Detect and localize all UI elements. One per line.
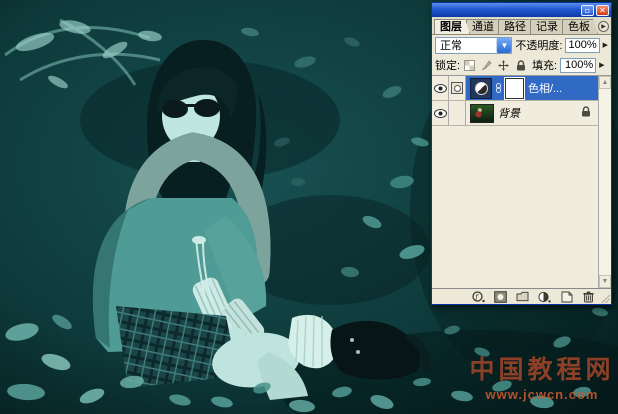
layer-mask-thumbnail[interactable] [505, 77, 524, 99]
new-layer-button[interactable] [560, 291, 573, 303]
scroll-up-button[interactable]: ▲ [599, 76, 611, 89]
layer-name[interactable]: 背景 [498, 105, 520, 121]
close-button[interactable]: ✕ [596, 4, 609, 16]
blend-opacity-row: 正常 ▼ 不透明度: 100% ▶ [432, 35, 611, 55]
palette-tabstrip: 图层 通道 路径 记录 色板 ▶ [432, 17, 611, 35]
tab-layers[interactable]: 图层 [434, 19, 470, 34]
lock-all-padlock-icon[interactable] [514, 59, 527, 72]
eye-icon [433, 108, 447, 118]
blend-mode-value: 正常 [440, 40, 462, 52]
fill-slider-arrow-icon[interactable]: ▶ [599, 61, 604, 69]
folder-icon [516, 291, 529, 302]
tab-channels[interactable]: 通道 [466, 19, 502, 34]
layers-list: 色相/... 背景 ▲ ▼ [432, 75, 611, 288]
mask-link-icon[interactable] [496, 83, 501, 93]
adjustment-half-circle-icon [538, 291, 551, 303]
opacity-input[interactable]: 100% [565, 37, 600, 53]
add-mask-icon [494, 290, 507, 303]
palette-titlebar[interactable]: ▫ ✕ [432, 3, 611, 17]
layers-palette: ▫ ✕ 图层 通道 路径 记录 色板 ▶ 正常 ▼ 不透明度: 100% ▶ 锁… [431, 2, 612, 305]
layer-row-adjustment[interactable]: 色相/... [432, 76, 598, 101]
mask-mode-indicator [449, 101, 466, 125]
lock-label: 锁定: [435, 60, 461, 72]
layer-row-background[interactable]: 背景 [432, 101, 598, 126]
layer-style-fx-icon: f [472, 290, 485, 302]
add-layer-mask-button[interactable] [494, 290, 507, 303]
lock-position-move-icon[interactable] [497, 59, 510, 72]
layer-style-button[interactable]: f [472, 290, 485, 303]
palette-bottombar: f [432, 288, 611, 304]
lock-icons [463, 59, 527, 72]
fill-label: 填充: [532, 60, 558, 72]
new-adjustment-layer-button[interactable] [538, 291, 551, 303]
blend-mode-select[interactable]: 正常 ▼ [435, 36, 513, 54]
mask-indicator-icon [451, 82, 463, 94]
new-group-button[interactable] [516, 291, 529, 303]
mask-mode-indicator [449, 76, 466, 100]
lock-pixels-brush-icon[interactable] [480, 59, 493, 72]
opacity-label: 不透明度: [515, 40, 563, 52]
palette-menu-button[interactable]: ▶ [598, 21, 609, 32]
hue-saturation-icon [474, 81, 488, 95]
lock-fill-row: 锁定: 填充: 100% ▶ [432, 55, 611, 75]
minimize-button[interactable]: ▫ [581, 4, 594, 16]
layer-name[interactable]: 色相/... [528, 80, 562, 96]
lock-transparency-icon[interactable] [463, 59, 476, 72]
new-layer-page-icon [561, 291, 572, 302]
resize-grip[interactable] [601, 294, 610, 303]
visibility-toggle[interactable] [432, 101, 449, 125]
layers-scrollbar[interactable]: ▲ ▼ [598, 76, 611, 288]
tab-swatches[interactable]: 色板 [562, 19, 598, 34]
tab-history[interactable]: 记录 [530, 19, 566, 34]
fill-input[interactable]: 100% [560, 57, 597, 73]
background-layer-thumbnail[interactable] [470, 103, 494, 123]
tab-paths[interactable]: 路径 [498, 19, 534, 34]
adjustment-layer-thumbnail[interactable] [470, 77, 492, 99]
trash-icon [583, 291, 594, 302]
visibility-toggle[interactable] [432, 76, 449, 100]
eye-icon [433, 83, 447, 93]
photoshop-screenshot: 中国教程网 www.jcwcn.com ▫ ✕ 图层 通道 路径 记录 色板 ▶… [0, 0, 618, 414]
chevron-down-icon[interactable]: ▼ [496, 37, 512, 53]
delete-layer-button[interactable] [582, 291, 595, 303]
opacity-slider-arrow-icon[interactable]: ▶ [603, 41, 608, 49]
layer-locked-icon [581, 106, 591, 120]
scroll-down-button[interactable]: ▼ [599, 275, 611, 288]
